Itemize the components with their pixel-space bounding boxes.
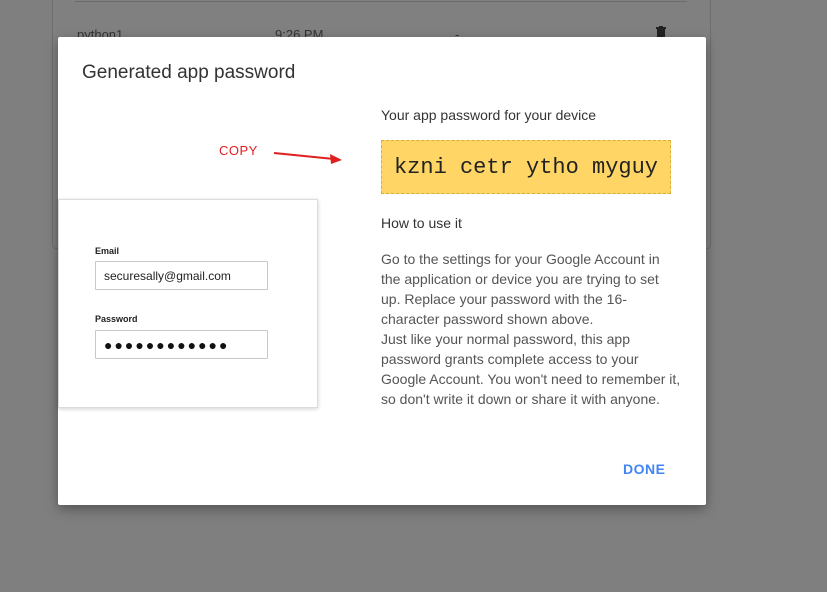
instructions-paragraph: Just like your normal password, this app…: [381, 331, 681, 407]
email-value: securesally@gmail.com: [104, 268, 231, 283]
howto-heading: How to use it: [381, 215, 462, 231]
app-password-text[interactable]: kzni cetr ytho myguy: [394, 155, 658, 180]
email-label: Email: [95, 246, 120, 256]
copy-annotation: COPY: [219, 143, 258, 158]
email-field: securesally@gmail.com: [95, 261, 268, 290]
app-password-dialog: Generated app password Email securesally…: [58, 37, 706, 505]
done-button[interactable]: DONE: [619, 459, 669, 479]
instructions: Go to the settings for your Google Accou…: [381, 249, 681, 409]
example-login-card: Email securesally@gmail.com Password ●●●…: [58, 199, 318, 408]
password-label: Password: [95, 314, 138, 324]
instructions-paragraph: Go to the settings for your Google Accou…: [381, 251, 660, 327]
password-value: ●●●●●●●●●●●●: [104, 336, 230, 353]
background-divider: [75, 1, 687, 2]
app-password-box[interactable]: kzni cetr ytho myguy: [381, 140, 671, 194]
dialog-title: Generated app password: [82, 62, 296, 83]
password-field: ●●●●●●●●●●●●: [95, 330, 268, 359]
arrow-right-icon: [273, 152, 342, 164]
device-heading: Your app password for your device: [381, 107, 597, 123]
